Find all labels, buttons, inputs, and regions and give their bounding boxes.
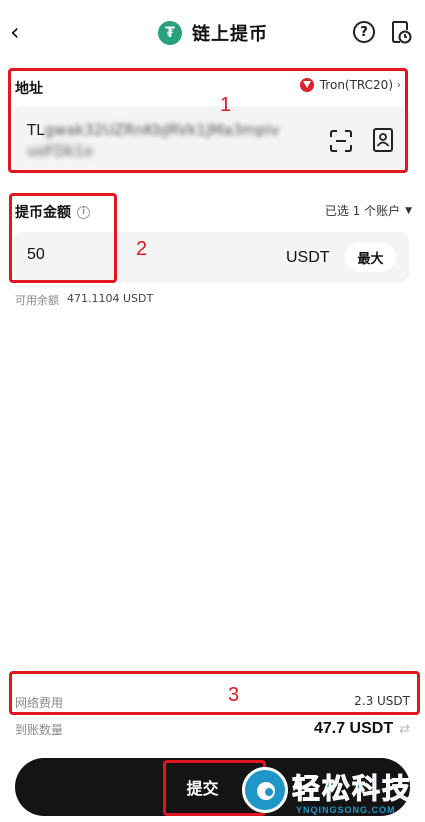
receive-amount-row: 到账数量 47.7 USDT ⇄ <box>15 720 410 738</box>
swap-icon[interactable]: ⇄ <box>399 722 410 737</box>
annotation-number-2: 2 <box>136 238 148 260</box>
top-bar: ‹ ₮ 链上提币 ? <box>0 0 425 62</box>
receive-value: 47.7 USDT <box>313 720 394 737</box>
watermark: 轻松科技 YNQINGSONG.COM <box>240 765 425 822</box>
receive-value-group: 47.7 USDT ⇄ <box>314 720 410 738</box>
annotation-number-3: 3 <box>228 684 240 706</box>
max-button[interactable]: 最大 <box>345 242 396 272</box>
caret-down-icon: ▼ <box>405 205 412 216</box>
help-icon[interactable]: ? <box>353 21 375 43</box>
title-group: ₮ 链上提币 <box>158 19 268 47</box>
receive-label: 到账数量 <box>15 722 64 737</box>
annotation-box-address <box>8 68 408 173</box>
watermark-logo-icon <box>242 767 288 813</box>
page-title: 链上提币 <box>192 24 268 45</box>
history-icon[interactable] <box>390 20 412 44</box>
available-label: 可用余额 <box>15 294 59 307</box>
watermark-subtext: YNQINGSONG.COM <box>296 805 396 815</box>
watermark-text: 轻松科技 <box>291 772 413 806</box>
tether-icon: ₮ <box>158 21 182 45</box>
available-value: 471.1104 USDT <box>67 292 154 305</box>
annotation-number-1: 1 <box>220 94 232 116</box>
amount-unit: USDT <box>286 249 330 266</box>
annotation-box-fee <box>9 671 420 715</box>
account-selector[interactable]: 已选 1 个账户 ▼ <box>325 202 412 219</box>
back-arrow-icon[interactable]: ‹ <box>10 18 34 46</box>
account-selector-text: 已选 1 个账户 <box>324 204 401 218</box>
available-balance: 可用余额 471.1104 USDT <box>15 292 153 308</box>
annotation-box-amount <box>9 193 117 283</box>
